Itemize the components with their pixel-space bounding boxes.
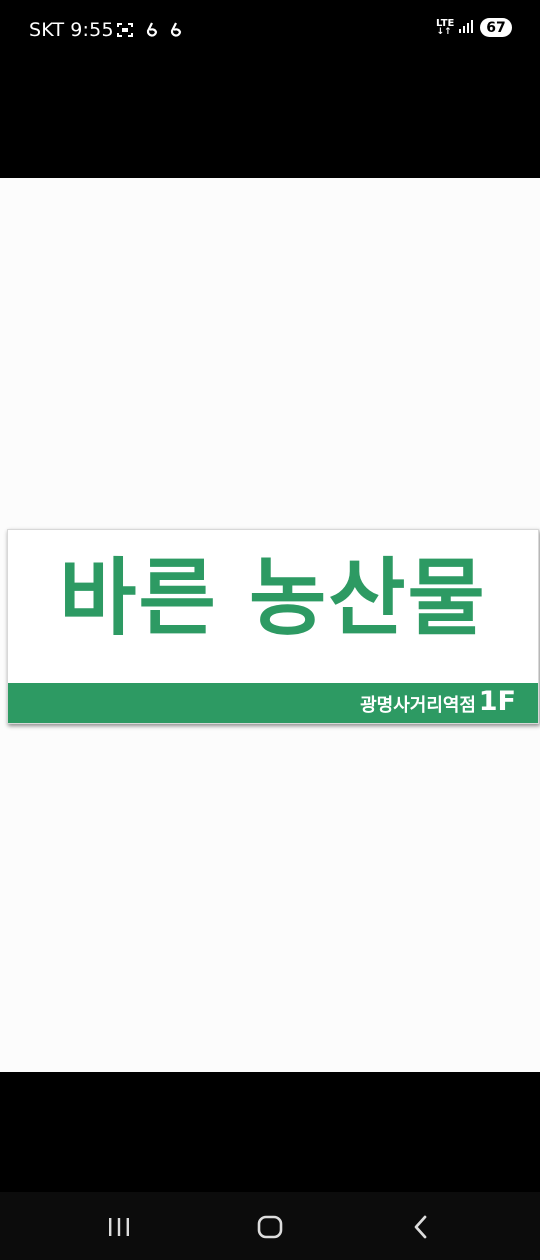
clock: 9:55 [70,19,114,41]
carrier-time: SKT 9:55 [29,19,120,41]
signal-icon [458,18,474,37]
status-icons-left [116,22,182,42]
notification-icon [170,22,182,42]
back-icon[interactable] [406,1212,436,1242]
screenshot-icon [116,22,134,42]
sign-title: 바른 농산물 [59,549,487,647]
sign-floor: 1F [478,686,516,717]
store-sign-image: 바른 농산물 광명사거리역점 1F [7,529,539,724]
navigation-bar [0,1192,540,1260]
battery-icon: 67 [480,18,512,37]
status-bar: SKT 9:55 LTE ↓↑ 67 [0,0,540,62]
home-icon[interactable] [255,1212,285,1242]
status-icons-right: LTE ↓↑ 67 [436,18,512,37]
sign-branch: 광명사거리역점 [360,695,476,716]
carrier-label: SKT [29,19,65,41]
phone-screen: SKT 9:55 LTE ↓↑ 67 바른 농산물 광명사거리역점 1F [0,0,540,1260]
battery-level: 67 [486,19,506,36]
image-viewer[interactable]: 바른 농산물 광명사거리역점 1F [0,178,540,1072]
lte-icon: LTE ↓↑ [436,17,455,37]
sign-band: 광명사거리역점 1F [8,683,538,723]
notification-icon [146,22,158,42]
recent-apps-icon[interactable] [104,1212,134,1242]
